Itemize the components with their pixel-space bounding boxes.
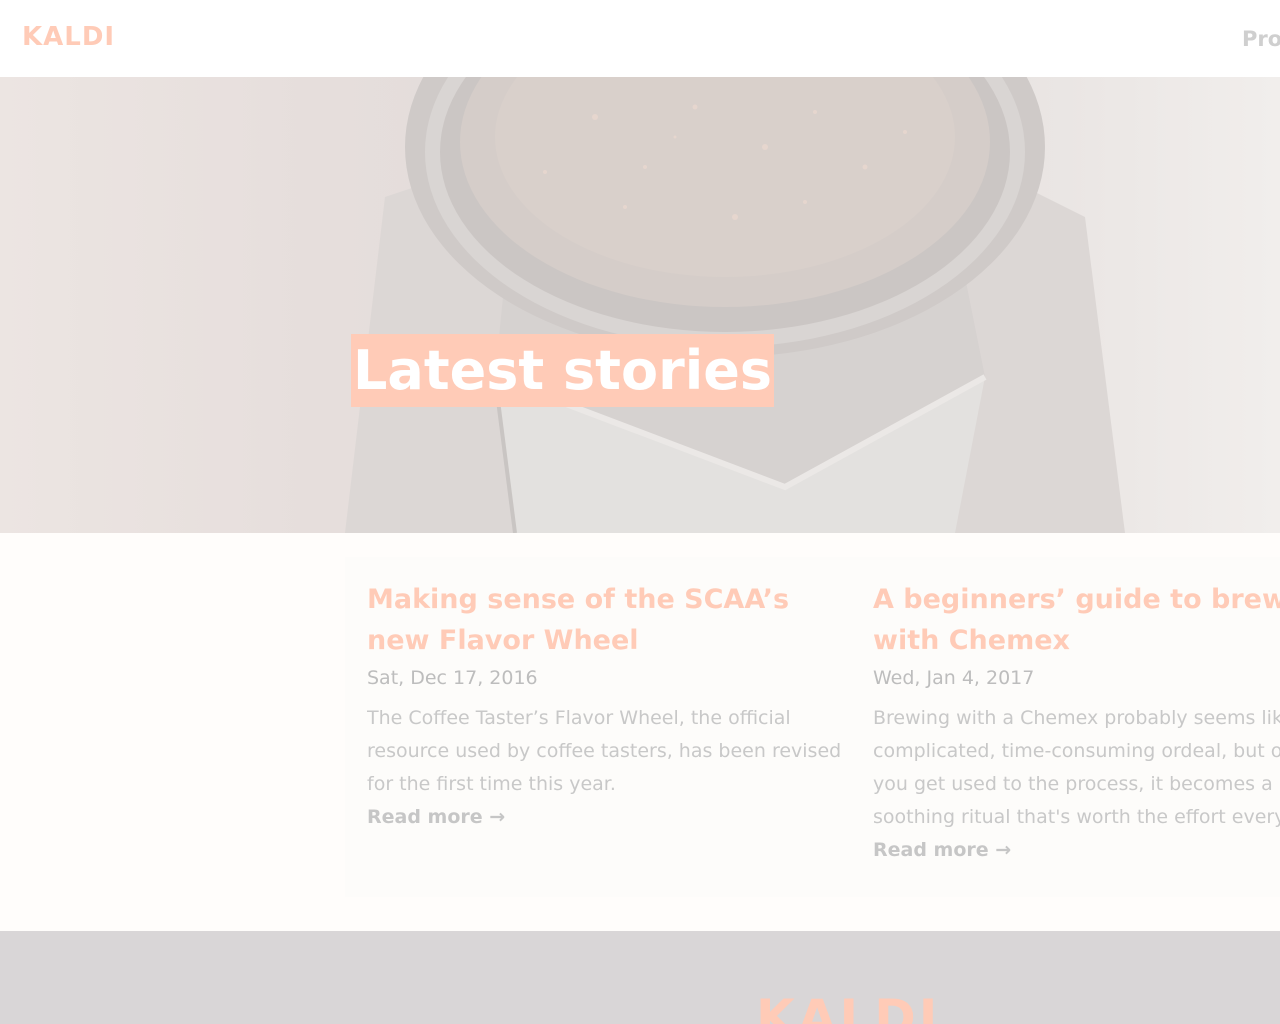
footer: KALDI [0,931,1280,1024]
hero-title: Latest stories [351,334,775,407]
story-title-line[interactable]: A beginners’ guide to brewing [873,579,1280,620]
story-excerpt-line: soothing ritual that's worth the effort … [873,806,1280,828]
story-excerpt-line: complicated, time-consuming ordeal, but … [873,740,1280,762]
story-excerpt-line: resource used by coffee tasters, has bee… [367,740,842,762]
story-excerpt: Brewing with a Chemex probably seems lik… [873,702,1280,834]
story-excerpt-line: The Coffee Taster’s Flavor Wheel, the of… [367,707,791,729]
story-card: A beginners’ guide to brewing with Cheme… [873,579,1280,867]
story-title-line[interactable]: with Chemex [873,620,1280,661]
story-date: Wed, Jan 4, 2017 [873,667,1035,689]
story-excerpt-line: Brewing with a Chemex probably seems lik… [873,707,1280,729]
stories-list: Making sense of the SCAA’s new Flavor Wh… [345,557,1280,897]
story-excerpt-line: for the first time this year. [367,773,616,795]
story-title[interactable]: Making sense of the SCAA’s new Flavor Wh… [367,579,852,661]
read-more-link[interactable]: Read more → [367,801,505,834]
story-card: Making sense of the SCAA’s new Flavor Wh… [367,579,852,834]
story-title[interactable]: A beginners’ guide to brewing with Cheme… [873,579,1280,661]
navbar: KALDI Pro [0,0,1280,77]
hero-banner: Latest stories [0,77,1280,533]
read-more-link[interactable]: Read more → [873,834,1011,867]
story-title-line[interactable]: Making sense of the SCAA’s [367,579,852,620]
story-title-line[interactable]: new Flavor Wheel [367,620,852,661]
nav-item-products[interactable]: Pro [1242,27,1280,51]
footer-logo: KALDI [756,989,941,1024]
story-date: Sat, Dec 17, 2016 [367,667,538,689]
story-excerpt: The Coffee Taster’s Flavor Wheel, the of… [367,702,852,801]
moka-pot-image [345,77,1125,533]
brand-logo[interactable]: KALDI [22,22,115,52]
story-excerpt-line: you get used to the process, it becomes … [873,773,1273,795]
